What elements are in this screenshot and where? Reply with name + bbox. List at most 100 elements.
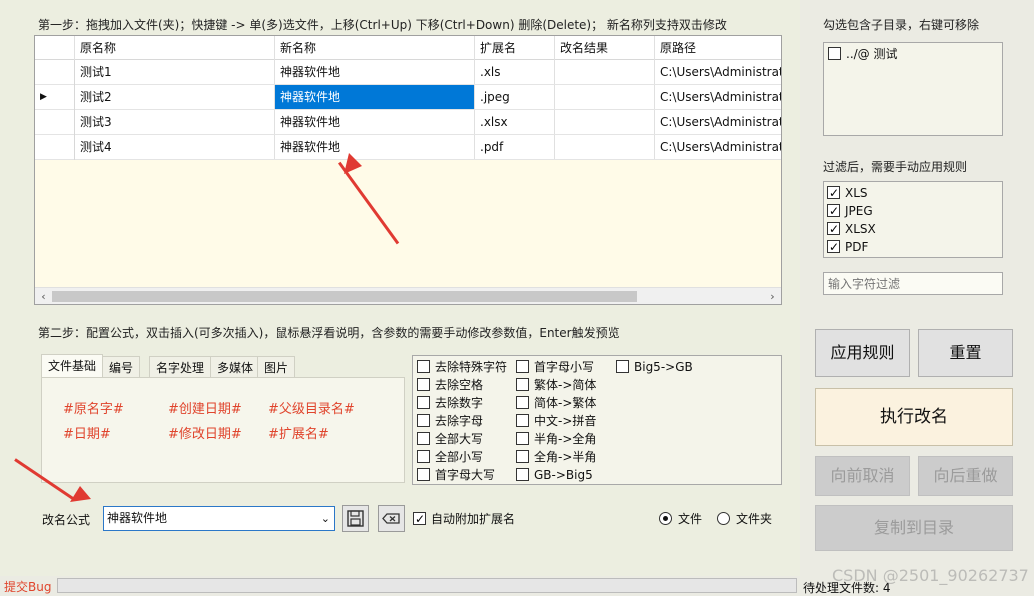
step2-label: 第二步：配置公式，双击插入(可多次插入)，鼠标悬浮看说明，含参数的需要手动修改参… xyxy=(38,326,620,340)
cell-extension: .pdf xyxy=(475,135,555,159)
subdir-list[interactable]: ../@ 测试 xyxy=(823,42,1003,136)
checkbox-icon xyxy=(516,432,529,445)
option-checkbox[interactable]: 去除特殊字符 xyxy=(417,358,507,376)
row-header[interactable] xyxy=(35,135,75,160)
header-orig-name[interactable]: 原名称 xyxy=(75,36,275,60)
cell-path: C:\Users\Administrato xyxy=(660,115,782,129)
checkbox-icon xyxy=(417,432,430,445)
option-checkbox[interactable]: 繁体->简体 xyxy=(516,376,596,394)
filter-item[interactable]: XLSX xyxy=(827,220,876,238)
formula-orig-name[interactable]: #原名字# xyxy=(63,398,124,417)
radio-file[interactable]: 文件 xyxy=(659,510,702,528)
option-checkbox[interactable]: 首字母小写 xyxy=(516,358,594,376)
filter-input[interactable] xyxy=(823,272,1003,295)
formula-date[interactable]: #日期# xyxy=(63,423,111,442)
header-new-name[interactable]: 新名称 xyxy=(275,36,475,60)
option-checkbox[interactable]: 全部大写 xyxy=(417,430,483,448)
cell-new-name[interactable]: 神器软件地 xyxy=(275,60,475,84)
header-path[interactable]: 原路径 xyxy=(655,36,781,60)
option-checkbox[interactable]: 去除数字 xyxy=(417,394,483,412)
checkbox-icon xyxy=(828,47,841,60)
filter-item[interactable]: PDF xyxy=(827,238,868,256)
subdir-item[interactable]: ../@ 测试 xyxy=(828,45,898,63)
formula-input[interactable]: 神器软件地 xyxy=(107,507,167,530)
option-checkbox[interactable]: 全角->半角 xyxy=(516,448,596,466)
cell-extension: .xlsx xyxy=(475,110,555,134)
cell-result xyxy=(555,110,655,134)
row-header[interactable] xyxy=(35,110,75,135)
option-checkbox[interactable]: 简体->繁体 xyxy=(516,394,596,412)
file-table[interactable]: 原名称 新名称 扩展名 改名结果 原路径 测试1 神器软件地 .xls C:\U… xyxy=(34,35,782,305)
formula-extension[interactable]: #扩展名# xyxy=(268,423,329,442)
submit-bug-link[interactable]: 提交Bug xyxy=(4,578,51,595)
checkbox-checked-icon xyxy=(827,220,840,238)
tab-name-processing[interactable]: 名字处理 xyxy=(149,356,212,378)
option-checkbox[interactable]: 去除空格 xyxy=(417,376,483,394)
scroll-thumb[interactable] xyxy=(52,291,637,302)
redo-button[interactable]: 向后重做 xyxy=(918,456,1013,496)
cell-extension: .xls xyxy=(475,60,555,84)
checkbox-icon xyxy=(417,396,430,409)
header-extension[interactable]: 扩展名 xyxy=(475,36,555,60)
checkbox-icon xyxy=(616,360,629,373)
tab-images[interactable]: 图片 xyxy=(257,356,296,378)
formula-panel: #原名字# #创建日期# #父级目录名# #日期# #修改日期# #扩展名# xyxy=(41,377,405,483)
chevron-down-icon[interactable]: ⌄ xyxy=(321,507,330,530)
execute-rename-button[interactable]: 执行改名 xyxy=(815,388,1013,446)
option-checkbox[interactable]: 半角->全角 xyxy=(516,430,596,448)
table-row[interactable]: 测试3 神器软件地 .xlsx C:\Users\Administrato xyxy=(35,110,781,135)
current-row-icon: ▶ xyxy=(40,92,47,102)
option-checkbox[interactable]: 去除字母 xyxy=(417,412,483,430)
tab-numbering[interactable]: 编号 xyxy=(102,356,141,378)
checkbox-checked-icon xyxy=(413,510,426,528)
option-checkbox[interactable]: Big5->GB xyxy=(616,358,693,376)
apply-rules-button[interactable]: 应用规则 xyxy=(815,329,910,377)
copy-to-dir-button[interactable]: 复制到目录 xyxy=(815,505,1013,551)
checkbox-icon xyxy=(417,378,430,391)
checkbox-icon xyxy=(516,468,529,481)
formula-parent-dir[interactable]: #父级目录名# xyxy=(268,398,355,417)
cell-path: C:\Users\Administrato xyxy=(660,90,782,104)
row-header[interactable]: ▶ xyxy=(35,85,75,110)
cell-new-name[interactable]: 神器软件地 xyxy=(275,135,475,159)
table-row[interactable]: 测试1 神器软件地 .xls C:\Users\Administrato xyxy=(35,60,781,85)
options-panel: 去除特殊字符 去除空格 去除数字 去除字母 全部大写 全部小写 首字母大写 首字… xyxy=(412,355,782,485)
filter-item[interactable]: XLS xyxy=(827,184,868,202)
subdir-label: 勾选包含子目录，右键可移除 xyxy=(823,18,980,32)
header-result[interactable]: 改名结果 xyxy=(555,36,655,60)
scroll-right-icon[interactable]: › xyxy=(764,288,781,304)
checkbox-checked-icon xyxy=(827,202,840,220)
tab-file-basics[interactable]: 文件基础 xyxy=(41,354,104,378)
cell-new-name[interactable]: 神器软件地 xyxy=(275,110,475,134)
option-checkbox[interactable]: 中文->拼音 xyxy=(516,412,596,430)
cell-new-name[interactable]: 神器软件地 xyxy=(275,85,475,109)
reset-button[interactable]: 重置 xyxy=(918,329,1013,377)
auto-extension-checkbox[interactable]: 自动附加扩展名 xyxy=(413,510,515,528)
checkbox-icon xyxy=(417,468,430,481)
save-formula-button[interactable] xyxy=(342,505,369,532)
filter-item[interactable]: JPEG xyxy=(827,202,873,220)
checkbox-icon xyxy=(516,396,529,409)
cell-extension: .jpeg xyxy=(475,85,555,109)
option-checkbox[interactable]: 首字母大写 xyxy=(417,466,495,484)
checkbox-icon xyxy=(417,450,430,463)
checkbox-icon xyxy=(516,378,529,391)
formula-modified-date[interactable]: #修改日期# xyxy=(168,423,242,442)
option-checkbox[interactable]: GB->Big5 xyxy=(516,466,593,484)
cell-result xyxy=(555,85,655,109)
radio-folder[interactable]: 文件夹 xyxy=(717,510,772,528)
row-header[interactable] xyxy=(35,60,75,85)
option-checkbox[interactable]: 全部小写 xyxy=(417,448,483,466)
formula-combobox[interactable]: 神器软件地 ⌄ xyxy=(103,506,335,531)
arrow-head-icon xyxy=(344,153,362,174)
table-row[interactable]: ▶ 测试2 神器软件地 .jpeg C:\Users\Administrato xyxy=(35,85,781,110)
filter-list[interactable]: XLS JPEG XLSX PDF xyxy=(823,181,1003,258)
scroll-left-icon[interactable]: ‹ xyxy=(35,288,52,304)
formula-created-date[interactable]: #创建日期# xyxy=(168,398,242,417)
tab-multimedia[interactable]: 多媒体 xyxy=(210,356,261,378)
table-row[interactable]: 测试4 神器软件地 .pdf C:\Users\Administrato xyxy=(35,135,781,160)
horizontal-scrollbar[interactable]: ‹ › xyxy=(35,287,781,304)
clear-formula-button[interactable] xyxy=(378,505,405,532)
undo-button[interactable]: 向前取消 xyxy=(815,456,910,496)
header-corner xyxy=(35,36,75,60)
